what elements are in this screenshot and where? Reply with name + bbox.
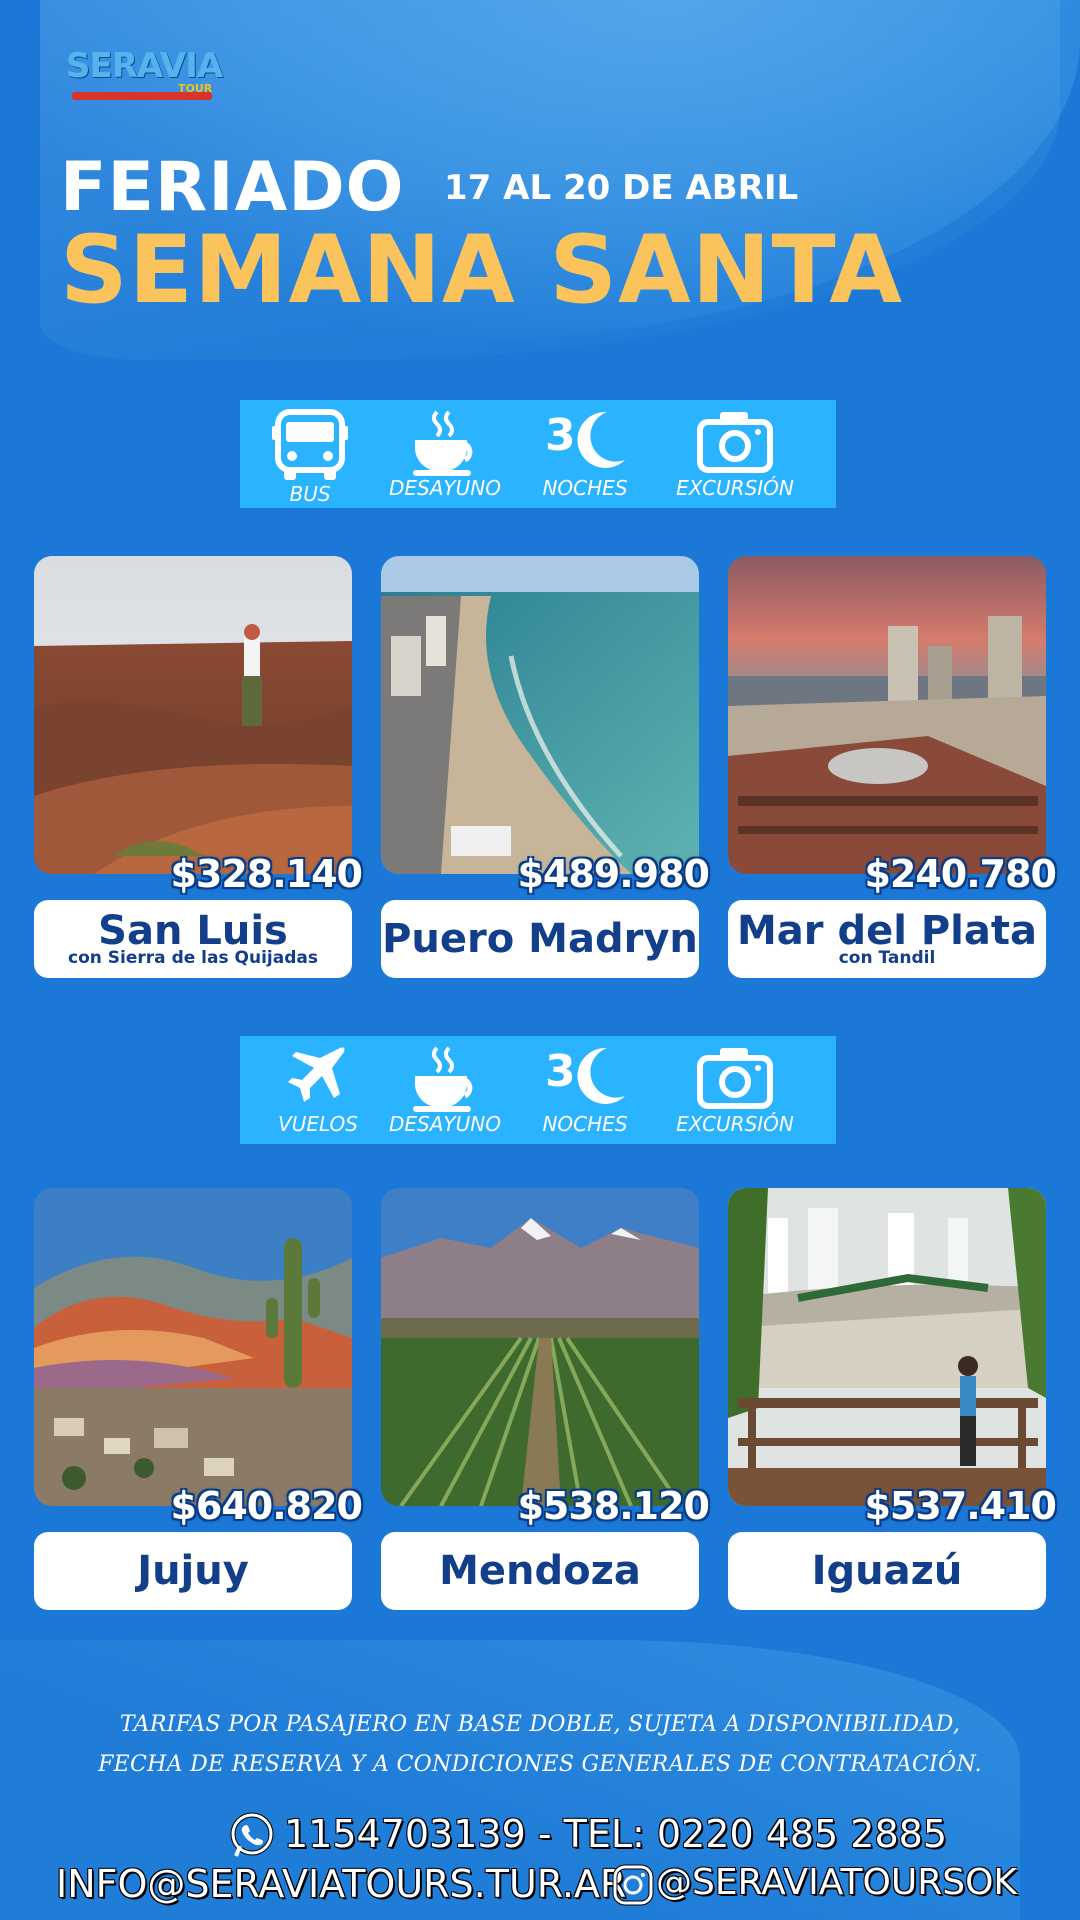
destination-name: Mendoza	[439, 1548, 641, 1594]
destination-name: Puero Madryn	[382, 916, 698, 962]
destination-subtitle: con Sierra de las Quijadas	[68, 948, 318, 968]
feature-label: VUELOS	[278, 1112, 358, 1136]
destination-price: $537.410	[864, 1484, 1057, 1528]
feature-breakfast: DESAYUNO	[380, 1044, 510, 1140]
moon-icon: 3	[543, 408, 627, 474]
flight-features-bar: VUELOS DESAYUNO 3 NOCHES EXCURSIÓN	[240, 1036, 836, 1144]
feature-label: DESAYUNO	[389, 476, 501, 500]
contact-instagram[interactable]: @SERAVIATOURSOK	[656, 1862, 1017, 1903]
feature-label: NOCHES	[542, 1112, 628, 1136]
feature-label: BUS	[289, 482, 331, 506]
disclaimer-line-2: FECHA DE RESERVA Y A CONDICIONES GENERAL…	[98, 1752, 982, 1777]
mar-del-plata-photo	[728, 556, 1046, 874]
destination-name: Jujuy	[137, 1548, 249, 1594]
jujuy-photo	[34, 1188, 352, 1506]
destination-label: Iguazú	[728, 1532, 1046, 1610]
feature-label: EXCURSIÓN	[676, 476, 794, 500]
iguazu-photo	[728, 1188, 1046, 1506]
contact-email[interactable]: INFO@SERAVIATOURS.TUR.AR	[56, 1862, 626, 1906]
seravia-logo: SERAVIA TOUR	[66, 34, 236, 104]
feature-flights: VUELOS	[276, 1044, 360, 1140]
feature-excursion: EXCURSIÓN	[660, 1044, 810, 1140]
bus-features-bar: BUS DESAYUNO 3 NOCHES EXCURSIÓN	[240, 400, 836, 508]
destination-label: Puero Madryn	[381, 900, 699, 978]
san-luis-photo	[34, 556, 352, 874]
airplane-icon	[288, 1047, 345, 1102]
feature-breakfast: DESAYUNO	[380, 408, 510, 504]
feature-label: DESAYUNO	[389, 1112, 501, 1136]
destination-price: $240.780	[864, 852, 1057, 896]
logo-subtext: TOUR	[178, 82, 213, 95]
bus-icon	[272, 409, 348, 480]
title-dates: 17 AL 20 DE ABRIL	[444, 168, 799, 208]
contact-phone[interactable]: 1154703139 - TEL: 0220 485 2885	[284, 1812, 947, 1856]
camera-icon	[697, 1048, 773, 1109]
instagram-icon	[612, 1864, 654, 1906]
disclaimer-line-1: TARIFAS POR PASAJERO EN BASE DOBLE, SUJE…	[119, 1712, 961, 1737]
logo-text: SERAVIA	[66, 46, 223, 86]
feature-label: EXCURSIÓN	[676, 1112, 794, 1136]
nights-number: 3	[545, 410, 576, 461]
title-semana-santa: SEMANA SANTA	[60, 216, 904, 325]
destination-label: Mar del Plata con Tandil	[728, 900, 1046, 978]
puerto-madryn-photo	[381, 556, 699, 874]
feature-nights: 3 NOCHES	[530, 408, 640, 504]
destination-price: $640.820	[170, 1484, 363, 1528]
destination-label: Jujuy	[34, 1532, 352, 1610]
feature-excursion: EXCURSIÓN	[660, 408, 810, 504]
destination-name: Iguazú	[811, 1548, 963, 1594]
feature-bus: BUS	[260, 408, 360, 506]
coffee-cup-icon	[413, 410, 473, 476]
destination-price: $489.980	[517, 852, 710, 896]
coffee-cup-icon	[413, 1046, 473, 1112]
whatsapp-icon	[230, 1812, 274, 1857]
destination-price: $328.140	[170, 852, 363, 896]
moon-icon: 3	[543, 1044, 627, 1110]
nights-number: 3	[545, 1046, 576, 1097]
destination-price: $538.120	[517, 1484, 710, 1528]
feature-label: NOCHES	[542, 476, 628, 500]
camera-icon	[697, 412, 773, 473]
destination-label: San Luis con Sierra de las Quijadas	[34, 900, 352, 978]
mendoza-photo	[381, 1188, 699, 1506]
destination-label: Mendoza	[381, 1532, 699, 1610]
feature-nights: 3 NOCHES	[530, 1044, 640, 1140]
